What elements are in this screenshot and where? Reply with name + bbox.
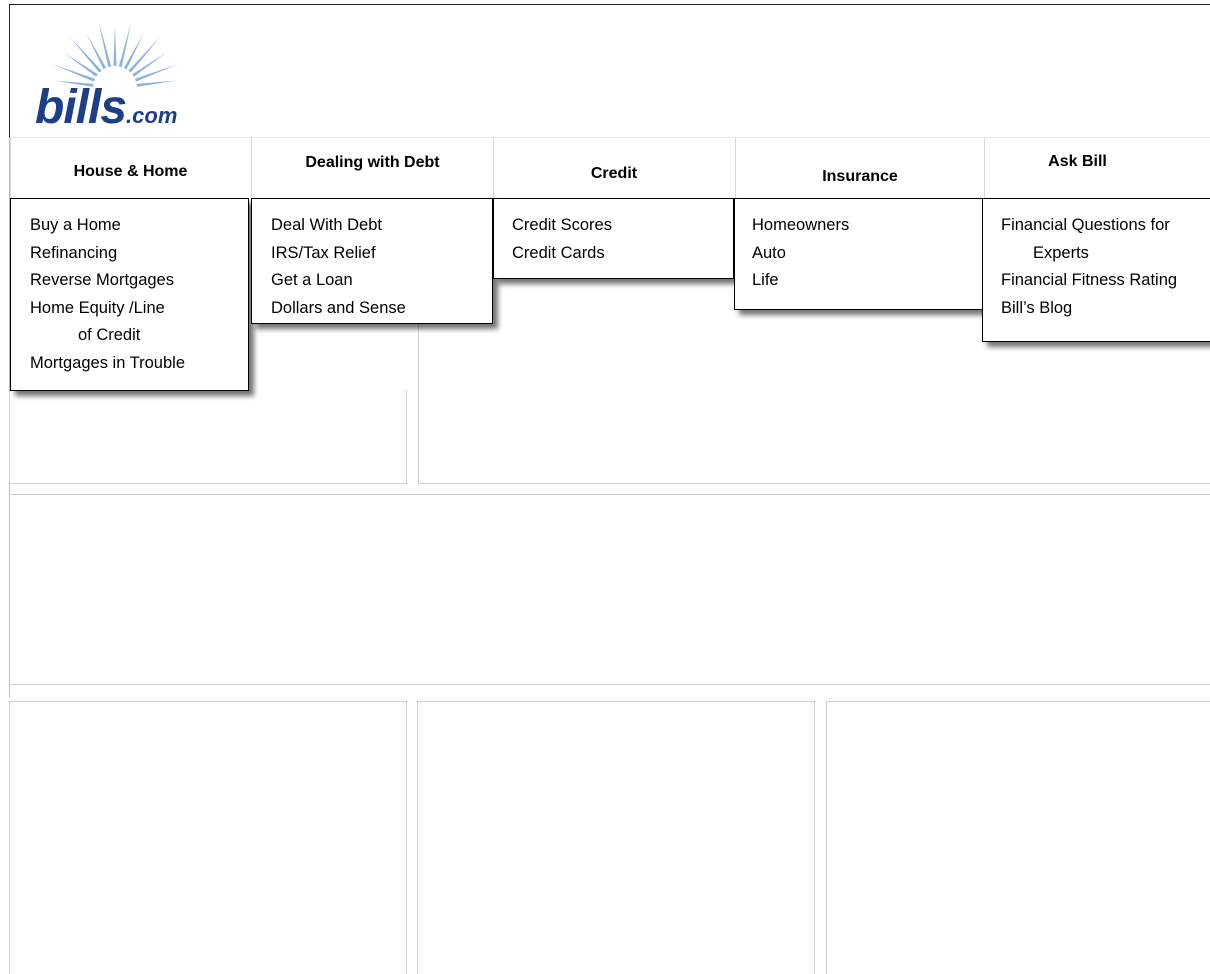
menu-item-dollars-and-sense[interactable]: Dollars and Sense bbox=[271, 295, 492, 323]
tab-dealing-with-debt[interactable]: Dealing with Debt bbox=[251, 137, 493, 198]
sunburst-icon bbox=[51, 21, 179, 87]
bills-logo[interactable]: bills.com bbox=[15, 10, 215, 134]
menu-item-refinancing[interactable]: Refinancing bbox=[30, 240, 248, 268]
content-panel-bottom-right bbox=[826, 701, 1210, 974]
menu-item-get-a-loan[interactable]: Get a Loan bbox=[271, 267, 492, 295]
menu-item-life[interactable]: Life bbox=[752, 267, 982, 295]
content-panel-left bbox=[9, 390, 407, 484]
menu-item-mortgages-in-trouble[interactable]: Mortgages in Trouble bbox=[30, 350, 248, 378]
page-frame-left bbox=[9, 4, 10, 137]
menu-ask-bill: Financial Questions for Experts Financia… bbox=[982, 198, 1210, 342]
sunburst-ray bbox=[113, 26, 117, 67]
tab-house-and-home[interactable]: House & Home bbox=[10, 137, 250, 198]
menu-item-home-equity[interactable]: Home Equity /Line of Credit bbox=[30, 295, 248, 350]
tab-label: Credit bbox=[590, 165, 638, 182]
content-panel-bottom-left bbox=[9, 701, 407, 974]
tab-label: Dealing with Debt bbox=[305, 154, 440, 171]
sunburst-ray bbox=[132, 52, 167, 77]
menu-item-irs-tax-relief[interactable]: IRS/Tax Relief bbox=[271, 240, 492, 268]
sunburst-ray bbox=[63, 52, 98, 77]
tab-credit[interactable]: Credit bbox=[493, 137, 734, 198]
tab-insurance[interactable]: Insurance bbox=[735, 137, 984, 198]
menu-dealing-with-debt: Deal With Debt IRS/Tax Relief Get a Loan… bbox=[251, 198, 493, 324]
menu-item-financial-questions[interactable]: Financial Questions for Experts bbox=[1001, 212, 1210, 267]
menu-item-label: Financial Questions for bbox=[1001, 216, 1170, 234]
menu-item-homeowners[interactable]: Homeowners bbox=[752, 212, 982, 240]
tab-ask-bill[interactable]: Ask Bill bbox=[984, 137, 1210, 198]
logo-wordmark: bills.com bbox=[35, 80, 177, 135]
tab-label: Ask Bill bbox=[1048, 153, 1107, 170]
logo-brand-text: bills bbox=[35, 81, 127, 134]
menu-house-and-home: Buy a Home Refinancing Reverse Mortgages… bbox=[10, 198, 249, 391]
menu-insurance: Homeowners Auto Life bbox=[734, 198, 983, 310]
menu-item-credit-cards[interactable]: Credit Cards bbox=[512, 240, 733, 268]
menu-item-label-continued: of Credit bbox=[78, 326, 141, 344]
menu-item-financial-fitness-rating[interactable]: Financial Fitness Rating bbox=[1001, 267, 1210, 295]
tab-label: House & Home bbox=[73, 163, 188, 180]
menu-item-buy-a-home[interactable]: Buy a Home bbox=[30, 212, 248, 240]
menu-item-deal-with-debt[interactable]: Deal With Debt bbox=[271, 212, 492, 240]
divider-line bbox=[9, 494, 1210, 495]
menu-item-auto[interactable]: Auto bbox=[752, 240, 982, 268]
menu-credit: Credit Scores Credit Cards bbox=[493, 198, 734, 279]
menu-item-reverse-mortgages[interactable]: Reverse Mortgages bbox=[30, 267, 248, 295]
tab-label: Insurance bbox=[822, 168, 898, 185]
menu-item-label: Home Equity /Line bbox=[30, 298, 165, 317]
page-frame-top bbox=[9, 4, 1210, 5]
divider-line bbox=[9, 684, 1210, 685]
menu-item-credit-scores[interactable]: Credit Scores bbox=[512, 212, 733, 240]
content-panel-bottom-center bbox=[417, 701, 815, 974]
logo-suffix-text: .com bbox=[126, 103, 178, 128]
sunburst-ray bbox=[134, 63, 179, 82]
sunburst-ray bbox=[51, 63, 96, 82]
menu-item-bills-blog[interactable]: Bill’s Blog bbox=[1001, 295, 1210, 323]
menu-item-label-continued: Experts bbox=[1033, 243, 1089, 262]
